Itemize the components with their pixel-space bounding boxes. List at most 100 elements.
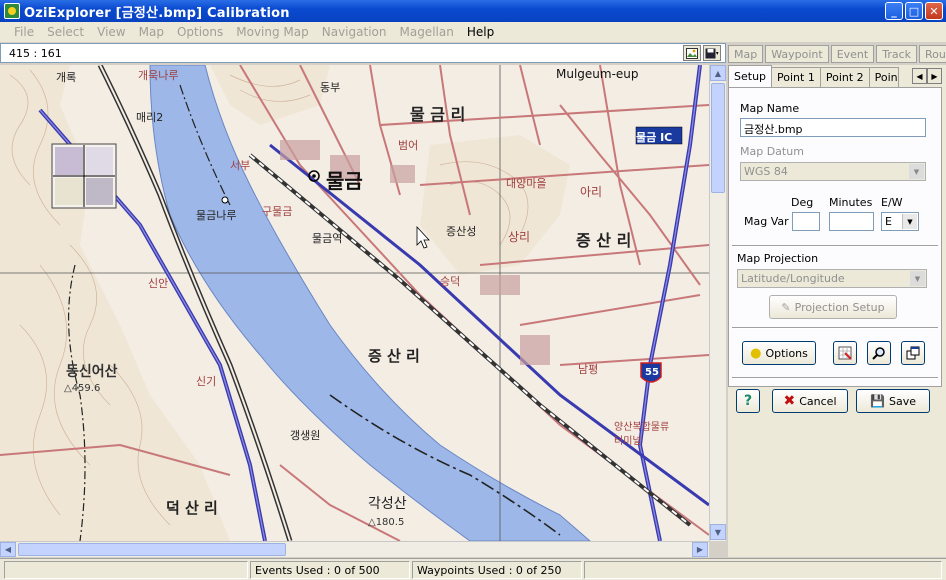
tab-point-2[interactable]: Point 2 [819, 67, 870, 87]
cancel-label: Cancel [799, 394, 837, 408]
map-label-daeyangmaeul: 대양마을 [506, 177, 547, 190]
map-label-mulgeum: 물금 [326, 169, 363, 193]
save-button[interactable]: 💾 Save [856, 389, 930, 413]
status-bar: Events Used : 0 of 500 Waypoints Used : … [0, 558, 946, 580]
map-label-gumulgeum: 구물금 [262, 205, 293, 218]
projection-setup-button[interactable]: ✎ Projection Setup [769, 295, 897, 319]
map-label-maeri: 매리2 [136, 111, 164, 124]
grid-check-button[interactable] [833, 341, 857, 365]
map-label-sungdeok: 승덕 [440, 275, 461, 288]
menu-navigation[interactable]: Navigation [322, 25, 387, 39]
maximize-button[interactable]: □ [905, 2, 923, 20]
scroll-down-arrow-icon[interactable]: ▼ [710, 524, 726, 540]
map-label-seobu: 서부 [230, 159, 251, 172]
mag-var-ew-value: E [885, 215, 892, 228]
tab-route[interactable]: Route [919, 45, 946, 63]
map-datum-select[interactable]: WGS 84 ▼ [740, 162, 926, 181]
cancel-x-icon: ✖ [783, 393, 796, 409]
menu-magellan[interactable]: Magellan [399, 25, 453, 39]
map-label-gaesaengwon: 갱생원 [290, 429, 321, 442]
map-label-gaerok: 개록 [56, 71, 77, 84]
map-label-gaeum-naru: 개욱나루 [138, 69, 179, 82]
app-icon [4, 3, 20, 19]
mag-var-label: Mag Var [744, 215, 789, 228]
menu-bar: File Select View Map Options Moving Map … [0, 22, 946, 42]
status-cell-extra [584, 561, 942, 579]
windows-button[interactable] [901, 341, 925, 365]
help-button[interactable]: ? [736, 389, 760, 413]
minimize-button[interactable]: _ [885, 2, 903, 20]
map-label-mulgeum-station: 물금역 [312, 232, 343, 245]
grid-check-icon [838, 346, 852, 360]
tab-point-3[interactable]: Point 3 [868, 67, 899, 87]
options-button[interactable]: ● Options [742, 341, 816, 365]
map-label-mulgeum-ic: 물금 IC [636, 131, 673, 144]
map-name-input[interactable]: 금정산.bmp [740, 118, 926, 137]
minutes-label: Minutes [829, 196, 873, 209]
projection-setup-label: Projection Setup [794, 300, 885, 314]
vertical-scroll-thumb[interactable] [711, 83, 725, 193]
save-disk-icon[interactable] [703, 45, 721, 61]
menu-map[interactable]: Map [139, 25, 164, 39]
cancel-button[interactable]: ✖ Cancel [772, 389, 848, 413]
map-projection-label: Map Projection [737, 252, 819, 265]
tab-scroll-right-icon[interactable]: ▶ [927, 68, 942, 84]
ew-label: E/W [881, 196, 903, 209]
windows-icon [906, 346, 920, 360]
coordinate-bar: 415 : 161 [0, 43, 726, 63]
map-horizontal-scrollbar[interactable]: ◀ ▶ [0, 541, 709, 557]
mag-var-deg-input[interactable] [792, 212, 820, 231]
menu-select[interactable]: Select [47, 25, 84, 39]
calibration-panel: Setup Point 1 Point 2 Point 3 ◀ ▶ Map Na… [728, 65, 946, 557]
menu-view[interactable]: View [97, 25, 125, 39]
scroll-up-arrow-icon[interactable]: ▲ [710, 65, 726, 81]
deg-label: Deg [791, 196, 814, 209]
map-label-mulgeum-eup: Mulgeum-eup [556, 67, 639, 81]
zoom-button[interactable] [867, 341, 891, 365]
divider [732, 245, 938, 247]
help-icon: ? [743, 393, 753, 409]
menu-file[interactable]: File [14, 25, 34, 39]
horizontal-scroll-thumb[interactable] [18, 543, 286, 556]
tab-setup[interactable]: Setup [728, 65, 773, 87]
map-vertical-scrollbar[interactable]: ▲ ▼ [709, 65, 726, 541]
map-label-beomeo: 범어 [398, 139, 419, 152]
map-label-dongbu: 동부 [320, 81, 341, 94]
tab-track[interactable]: Track [876, 45, 918, 63]
cursor-coordinates: 415 : 161 [9, 46, 62, 60]
mag-var-minutes-input[interactable] [829, 212, 874, 231]
map-label-dongsin-elevation: △459.6 [64, 383, 101, 394]
map-label-jungsan-ri-right: 증 산 리 [576, 231, 632, 250]
map-canvas[interactable]: 물 금 리 물금 물금 IC Mulgeum-eup 증 산 리 증 산 리 물… [0, 65, 709, 541]
scroll-left-arrow-icon[interactable]: ◀ [0, 542, 16, 557]
map-label-jungsan-ri: 증 산 리 [368, 347, 420, 365]
tab-scroll-left-icon[interactable]: ◀ [912, 68, 927, 84]
map-label-yangsan-terminal: 양산복합물류터미널 [614, 422, 670, 447]
map-label-jeungsanseong: 증산성 [446, 225, 477, 238]
tab-waypoint[interactable]: Waypoint [765, 45, 829, 63]
map-label-nampyeong: 남평 [578, 363, 599, 376]
map-label-sinan: 신안 [148, 277, 169, 290]
close-button[interactable]: ✕ [925, 2, 943, 20]
picture-icon[interactable] [683, 45, 701, 61]
map-label-mulgeum-naru: 물금나루 [196, 209, 237, 222]
divider [732, 327, 938, 329]
map-projection-select[interactable]: Latitude/Longitude ▼ [737, 269, 927, 288]
scroll-right-arrow-icon[interactable]: ▶ [692, 542, 708, 557]
menu-moving-map[interactable]: Moving Map [236, 25, 309, 39]
object-tabs: Map Waypoint Event Track Route [728, 45, 946, 63]
status-waypoints-used: Waypoints Used : 0 of 250 [412, 561, 582, 579]
tab-event[interactable]: Event [830, 45, 875, 63]
map-datum-label: Map Datum [740, 145, 804, 158]
map-label-singye: 신기 [196, 375, 217, 388]
tab-map[interactable]: Map [728, 45, 764, 63]
tab-point-1[interactable]: Point 1 [771, 67, 821, 87]
map-label-gak-elevation: △180.5 [368, 517, 405, 528]
map-label-gakseongsan: 각성산 [368, 496, 407, 512]
pencil-icon: ✎ [781, 300, 791, 314]
menu-help[interactable]: Help [467, 25, 494, 39]
chevron-down-icon: ▼ [910, 271, 925, 286]
menu-options[interactable]: Options [177, 25, 223, 39]
mag-var-ew-select[interactable]: E ▼ [881, 212, 919, 231]
map-label-ari: 아리 [580, 185, 603, 199]
